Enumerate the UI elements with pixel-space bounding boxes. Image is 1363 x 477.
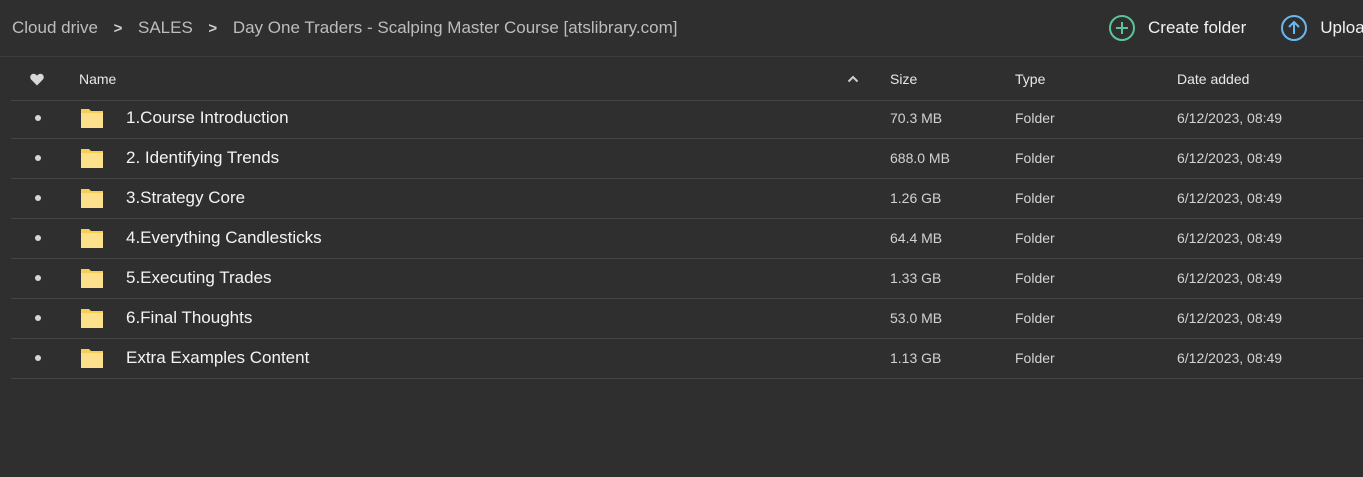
folder-icon [80, 299, 104, 337]
date-added-column-header[interactable]: Date added [1177, 58, 1249, 100]
folder-size: 688.0 MB [890, 150, 950, 166]
folder-icon [80, 179, 104, 217]
table-row[interactable]: 3.Strategy Core 1.26 GB Folder 6/12/2023… [11, 179, 1363, 219]
upload-button[interactable]: Upload [1280, 14, 1363, 42]
chevron-up-icon[interactable] [847, 58, 859, 100]
row-bullet [33, 139, 43, 177]
row-bullet [33, 259, 43, 297]
folder-size: 53.0 MB [890, 310, 943, 326]
type-column-header[interactable]: Type [1015, 58, 1045, 100]
table-row[interactable]: 1.Course Introduction 70.3 MB Folder 6/1… [11, 99, 1363, 139]
breadcrumb-current-folder[interactable]: Day One Traders - Scalping Master Course… [233, 18, 678, 38]
row-bullet [33, 219, 43, 257]
folder-name: 2. Identifying Trends [126, 148, 280, 167]
table-row[interactable]: 6.Final Thoughts 53.0 MB Folder 6/12/202… [11, 299, 1363, 339]
name-column-header[interactable]: Name [79, 58, 116, 100]
folder-type: Folder [1015, 190, 1055, 206]
folder-type: Folder [1015, 150, 1055, 166]
folder-size: 1.26 GB [890, 190, 942, 206]
folder-name: 3.Strategy Core [126, 188, 246, 207]
folder-name: 6.Final Thoughts [126, 308, 253, 327]
row-bullet [33, 299, 43, 337]
upload-label: Upload [1320, 18, 1363, 37]
folder-size: 1.33 GB [890, 270, 942, 286]
size-column-header[interactable]: Size [890, 58, 917, 100]
breadcrumb-separator: > [208, 19, 218, 37]
folder-date-added: 6/12/2023, 08:49 [1177, 150, 1283, 166]
folder-icon [80, 139, 104, 177]
folder-type: Folder [1015, 230, 1055, 246]
folder-date-added: 6/12/2023, 08:49 [1177, 310, 1283, 326]
breadcrumb-separator: > [113, 19, 123, 37]
folder-icon [80, 339, 104, 377]
folder-type: Folder [1015, 310, 1055, 326]
heart-icon [30, 73, 44, 85]
folder-name: Extra Examples Content [126, 348, 310, 367]
folder-date-added: 6/12/2023, 08:49 [1177, 190, 1283, 206]
folder-date-added: 6/12/2023, 08:49 [1177, 270, 1283, 286]
create-folder-label: Create folder [1148, 18, 1247, 37]
table-row[interactable]: 2. Identifying Trends 688.0 MB Folder 6/… [11, 139, 1363, 179]
row-bullet [33, 339, 43, 377]
folder-size: 1.13 GB [890, 350, 942, 366]
folder-type: Folder [1015, 110, 1055, 126]
folder-size: 70.3 MB [890, 110, 943, 126]
top-bar: Cloud drive > SALES > Day One Traders - … [0, 0, 1363, 57]
toolbar-actions: Create folder Upload [1108, 0, 1363, 56]
folder-name: 1.Course Introduction [126, 108, 289, 127]
folder-type: Folder [1015, 350, 1055, 366]
table-row[interactable]: 5.Executing Trades 1.33 GB Folder 6/12/2… [11, 259, 1363, 299]
upload-arrow-icon [1281, 15, 1308, 41]
folder-date-added: 6/12/2023, 08:49 [1177, 230, 1283, 246]
folder-size: 64.4 MB [890, 230, 943, 246]
breadcrumb: Cloud drive > SALES > Day One Traders - … [12, 0, 678, 56]
folder-icon [80, 99, 104, 137]
breadcrumb-cloud-drive[interactable]: Cloud drive [12, 18, 98, 38]
favourite-column-header[interactable] [27, 58, 47, 100]
row-bullet [33, 179, 43, 217]
create-folder-button[interactable]: Create folder [1108, 14, 1246, 42]
table-row[interactable]: Extra Examples Content 1.13 GB Folder 6/… [11, 339, 1363, 379]
folder-icon [80, 259, 104, 297]
folder-type: Folder [1015, 270, 1055, 286]
folder-name: 4.Everything Candlesticks [126, 228, 322, 247]
file-list: 1.Course Introduction 70.3 MB Folder 6/1… [11, 99, 1363, 379]
folder-name: 5.Executing Trades [126, 268, 272, 287]
plus-circle-icon [1109, 15, 1135, 41]
breadcrumb-sales[interactable]: SALES [138, 18, 193, 38]
table-header: Name Size Type Date added [11, 58, 1363, 101]
folder-icon [80, 219, 104, 257]
row-bullet [33, 99, 43, 137]
folder-date-added: 6/12/2023, 08:49 [1177, 350, 1283, 366]
folder-date-added: 6/12/2023, 08:49 [1177, 110, 1283, 126]
table-row[interactable]: 4.Everything Candlesticks 64.4 MB Folder… [11, 219, 1363, 259]
